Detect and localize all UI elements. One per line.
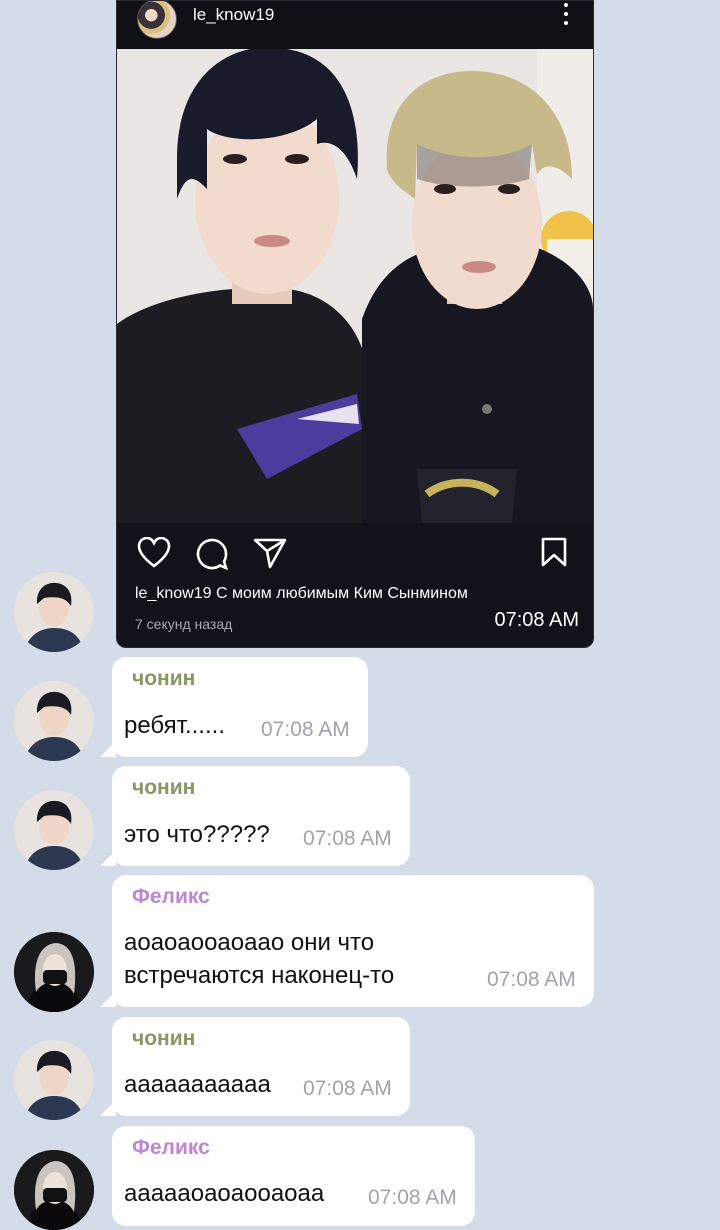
avatar-felix[interactable]: [14, 932, 94, 1012]
avatar-jeongin[interactable]: [14, 572, 94, 652]
heart-icon[interactable]: [137, 537, 171, 569]
message-bubble[interactable]: Феликс аааааоаоаооаоаа 07:08 AM: [112, 1126, 475, 1226]
share-icon[interactable]: [253, 537, 287, 569]
instagram-post[interactable]: le_know19 le_know19 С моим любимым Ким С…: [116, 0, 594, 648]
caption-username[interactable]: le_know19: [135, 585, 212, 602]
message-bubble[interactable]: чонин это что????? 07:08 AM: [100, 766, 410, 866]
message-bubble[interactable]: чонин ребят...... 07:08 AM: [100, 657, 368, 757]
message-text: аааааоаоаооаоаа: [124, 1180, 325, 1207]
message-sender[interactable]: чонин: [132, 1027, 195, 1051]
bookmark-icon[interactable]: [541, 537, 567, 567]
caption-text: С моим любимым Ким Сынмином: [215, 585, 468, 602]
post-avatar[interactable]: [137, 1, 177, 39]
avatar-jeongin[interactable]: [14, 1040, 94, 1120]
post-photo[interactable]: [117, 49, 593, 523]
post-time-ago: 7 секунд назад: [135, 616, 233, 632]
message-time: 07:08 AM: [303, 1077, 392, 1100]
message-time: 07:08 AM: [303, 827, 392, 850]
message-bubble[interactable]: чонин ааааааааааа 07:08 AM: [100, 1017, 410, 1116]
avatar-felix[interactable]: [14, 1150, 94, 1230]
message-text: это что?????: [124, 821, 270, 848]
more-icon[interactable]: [563, 3, 569, 29]
message-sender[interactable]: чонин: [132, 776, 195, 800]
message-bubble[interactable]: Феликс аоаоаооаоаао они что встречаются …: [100, 875, 594, 1007]
message-text-line2: встречаются наконец-то: [124, 962, 395, 989]
comment-icon[interactable]: [195, 537, 229, 571]
post-actions: [117, 523, 593, 583]
message-text: аоаоаооаоаао они что: [124, 929, 375, 956]
message-sender[interactable]: Феликс: [132, 885, 210, 909]
avatar-jeongin[interactable]: [14, 681, 94, 761]
message-text: ребят......: [124, 712, 225, 739]
message-time: 07:08 AM: [261, 718, 350, 741]
message-sender[interactable]: Феликс: [132, 1136, 210, 1160]
post-header: le_know19: [117, 1, 593, 49]
message-time: 07:08 AM: [368, 1186, 457, 1209]
message-sender[interactable]: чонин: [132, 667, 195, 691]
post-timestamp: 07:08 AM: [494, 609, 579, 631]
avatar-jeongin[interactable]: [14, 790, 94, 870]
message-text: ааааааааааа: [124, 1071, 271, 1098]
message-time: 07:08 AM: [487, 968, 576, 991]
post-caption: le_know19 С моим любимым Ким Сынмином: [135, 585, 468, 603]
post-username[interactable]: le_know19: [193, 5, 274, 25]
